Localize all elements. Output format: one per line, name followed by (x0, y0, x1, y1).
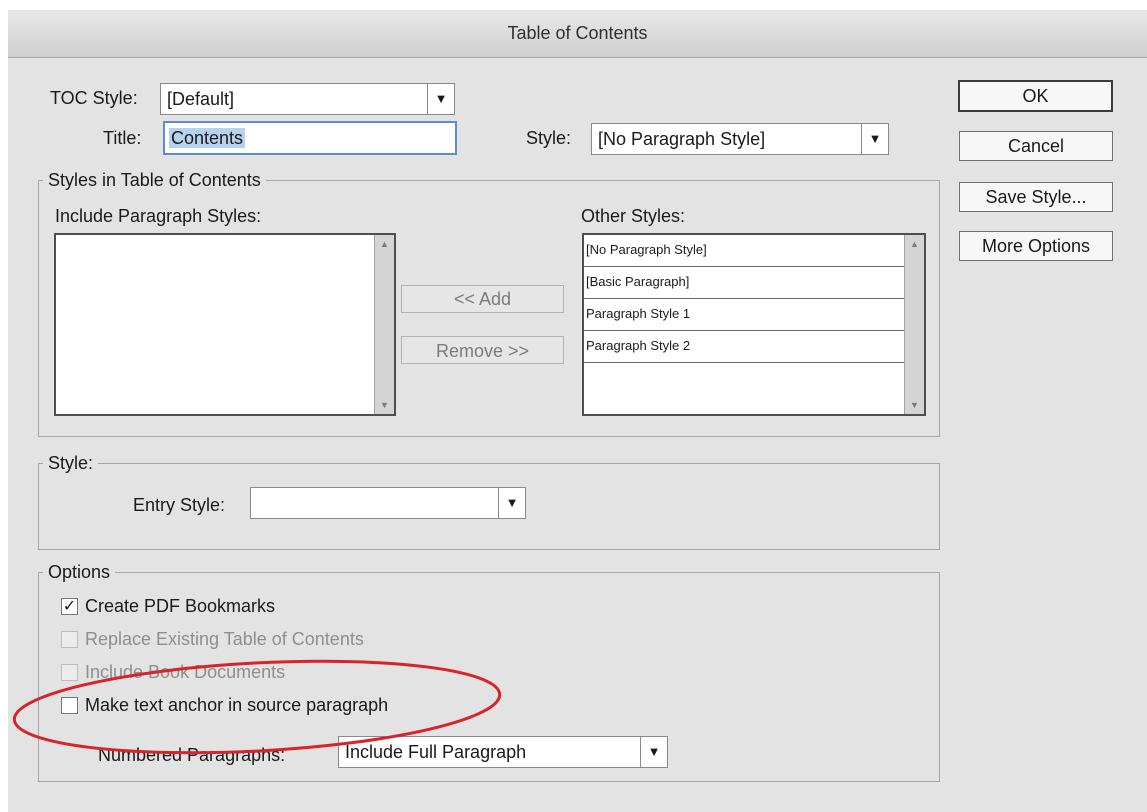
highlight-ellipse (12, 659, 502, 755)
